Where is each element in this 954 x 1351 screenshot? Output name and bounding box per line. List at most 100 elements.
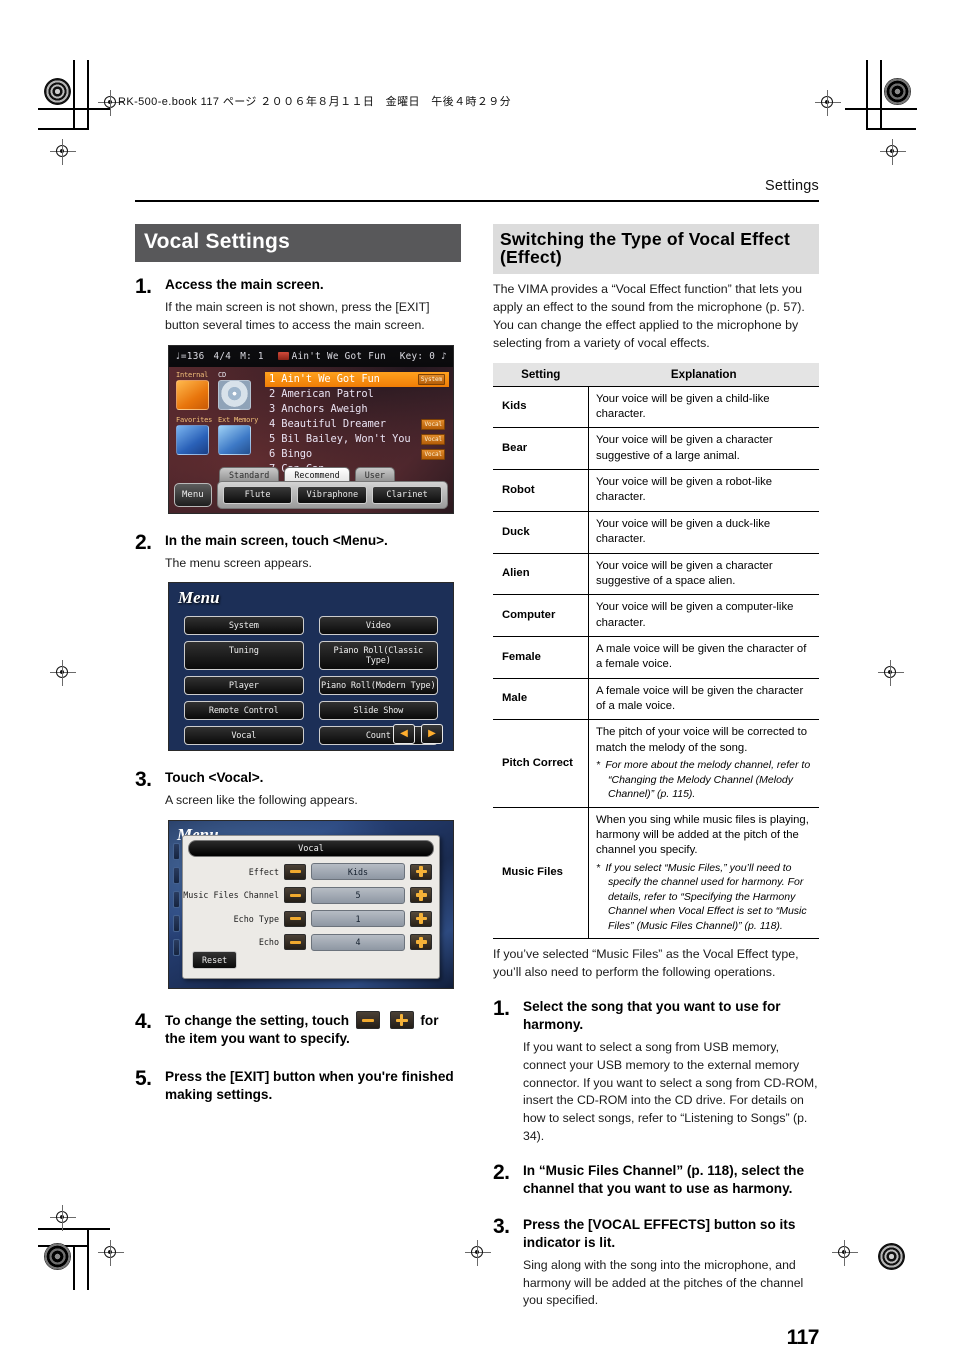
menu-button-rail [173,843,180,966]
source-icon-ext-memory[interactable]: Ext Memory [218,415,259,455]
crop-mark-tl-h2 [38,128,88,130]
crop-mark-bl-v [87,1228,89,1290]
crop-mark-tl-v2 [73,60,75,130]
song-list-item[interactable]: 5 Bil Bailey, Won't You Vocal [265,432,449,447]
setting-row-value[interactable]: 1 [311,910,405,928]
table-row: Music Files When you sing while music fi… [493,807,819,940]
prev-page-button[interactable]: ◀ [393,724,415,745]
table-row: Kids Your voice will be given a child-li… [493,386,819,429]
song-list-item[interactable]: 6 Bingo Vocal [265,447,449,462]
setting-row-effect: Effect Kids [183,863,432,881]
after-table-paragraph: If you’ve selected “Music Files” as the … [493,947,799,980]
vocal-effect-intro: The VIMA provides a “Vocal Effect functi… [493,281,805,350]
tone-button-2[interactable]: Vibraphone [297,485,368,504]
menu-item-system[interactable]: System [184,616,304,636]
decrement-button[interactable] [284,934,306,951]
tone-button-3[interactable]: Clarinet [372,485,442,504]
table-cell-setting: Computer [493,594,589,637]
table-row: Alien Your voice will be given a charact… [493,553,819,596]
key-value: Key: 0 [399,350,436,362]
song-list-item-label: 6 Bingo [269,448,313,461]
decrement-button[interactable] [284,887,306,904]
density-dot-tr [884,78,911,105]
setting-row-value[interactable]: 5 [311,886,405,904]
crop-mark-tr-h2 [866,128,916,130]
source-icon-internal[interactable]: Internal [176,371,210,410]
favorites-star-icon [176,424,209,455]
tone-button-1[interactable]: Flute [222,485,293,504]
right-arrow-icon: ▶ [428,728,436,740]
crop-mark-bl-v2 [73,1245,75,1290]
section-title-switching-vocal-effect: Switching the Type of Vocal Effect (Effe… [493,224,819,274]
increment-button[interactable] [410,887,432,904]
setting-row-value[interactable]: Kids [311,863,405,881]
setting-row-label: Music Files Channel [183,890,279,901]
menu-item-player[interactable]: Player [184,676,304,696]
next-page-button[interactable]: ▶ [421,724,443,745]
song-list-item[interactable]: 4 Beautiful Dreamer Vocal [265,417,449,432]
source-icon-grid: Internal CD Favorites Ext Memory [176,371,258,461]
table-cell-explanation: Your voice will be given a duck-like cha… [588,511,819,554]
table-row: Female A male voice will be given the ch… [493,636,819,679]
song-list-item[interactable]: 3 Anchors Aweigh [265,402,449,417]
registration-mark-right-center [878,660,904,686]
menu-item-remote-control[interactable]: Remote Control [184,701,304,721]
source-icon-ext-memory-label: Ext Memory [218,415,259,424]
increment-button[interactable] [410,863,432,880]
menu-screen-title: Menu [178,588,220,608]
menu-item-piano-roll-modern[interactable]: Piano Roll(Modern Type) [318,676,438,696]
source-icon-favorites[interactable]: Favorites [176,416,212,455]
table-cell-setting: Female [493,636,589,679]
plus-button-icon [389,1011,414,1030]
menu-item-video[interactable]: Video [318,616,438,636]
step-3-number: 3. [135,768,152,792]
song-list-item-label: 3 Anchors Aweigh [269,403,368,416]
reset-button[interactable]: Reset [192,951,238,970]
left-column: Vocal Settings 1. Access the main screen… [135,224,461,1104]
song-list-item[interactable]: 1 Ain't We Got Fun System [265,371,449,387]
measure-value: M: 1 [240,350,264,362]
source-icon-cd[interactable]: CD [218,371,252,410]
song-list-item[interactable]: 2 American Patrol [265,387,449,402]
increment-button[interactable] [410,910,432,927]
song-list-item-label: 4 Beautiful Dreamer [269,418,386,431]
table-cell-explanation: Your voice will be given a robot-like ch… [588,469,819,512]
decrement-button[interactable] [284,910,306,927]
table-row: Robot Your voice will be given a robot-l… [493,469,819,512]
crop-mark-tr-v2 [880,60,882,130]
song-list-item-tag: System [417,373,445,385]
step-1-title: Access the main screen. [165,277,324,293]
vocal-dialog-title: Vocal [188,840,434,858]
setting-row-music-files-channel: Music Files Channel 5 [183,886,432,904]
decrement-button[interactable] [284,863,306,880]
song-list[interactable]: 1 Ain't We Got Fun System 2 American Pat… [265,371,449,477]
menu-item-vocal[interactable]: Vocal [184,726,304,746]
song-list-item-label: 5 Bil Bailey, Won't You [269,433,411,446]
registration-mark-br [832,1240,858,1266]
right-step-2: 2. In “Music Files Channel” (p. 118), se… [493,1161,819,1198]
menu-pagination: ◀ ▶ [393,724,443,745]
menu-item-piano-roll-classic[interactable]: Piano Roll(Classic Type) [318,641,438,671]
menu-item-slide-show[interactable]: Slide Show [318,701,438,721]
step-1: 1. Access the main screen. If the main s… [135,276,461,335]
table-cell-explanation: The pitch of your voice will be correcte… [588,719,819,808]
registration-mark-tr-low [880,139,906,165]
right-column: Switching the Type of Vocal Effect (Effe… [493,224,820,1350]
header-rule [135,200,819,202]
table-cell-explanation: Your voice will be given a child-like ch… [588,386,819,429]
table-header-explanation: Explanation [588,362,819,387]
step-4-title-part1: To change the setting, touch [165,1013,350,1029]
step-2: 2. In the main screen, touch <Menu>. The… [135,531,461,573]
time-signature-value: 4/4 [213,350,232,362]
table-cell-setting: Music Files [493,807,589,940]
menu-item-tuning[interactable]: Tuning [184,641,304,671]
table-cell-setting: Male [493,678,589,721]
step-5-number: 5. [135,1067,152,1091]
table-cell-note: * If you select “Music Files,” you’ll ne… [596,861,807,932]
step-2-title: In the main screen, touch <Menu>. [165,532,388,548]
setting-row-label: Echo [258,937,279,948]
increment-button[interactable] [410,934,432,951]
song-list-item-tag: Vocal [421,448,445,460]
menu-button[interactable]: Menu [174,482,212,507]
setting-row-value[interactable]: 4 [311,933,405,951]
